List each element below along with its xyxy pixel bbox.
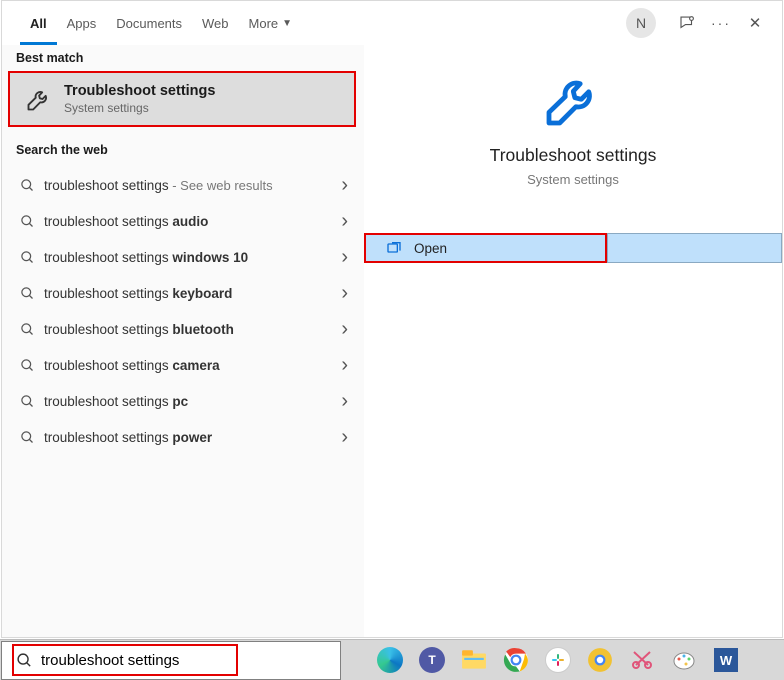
chevron-right-icon: ›	[341, 282, 348, 305]
tab-more[interactable]: More ▼	[239, 1, 303, 45]
chevron-right-icon: ›	[341, 318, 348, 341]
search-web-label: Search the web	[2, 137, 364, 163]
detail-header: Troubleshoot settings System settings	[364, 45, 782, 187]
chevron-right-icon: ›	[341, 210, 348, 233]
close-button[interactable]: ✕	[738, 6, 772, 40]
search-highlight-box	[12, 644, 238, 676]
best-match-title: Troubleshoot settings	[64, 83, 215, 99]
search-icon	[16, 430, 38, 445]
detail-subtitle: System settings	[364, 172, 782, 187]
taskbar: T W	[0, 639, 784, 680]
search-suggestion-text: troubleshoot settings pc	[44, 394, 341, 409]
search-suggestion-item[interactable]: troubleshoot settings power›	[2, 419, 364, 455]
edge-icon[interactable]	[369, 640, 411, 680]
open-label: Open	[414, 241, 447, 256]
chevron-right-icon: ›	[341, 174, 348, 197]
open-row: Open	[364, 233, 782, 263]
search-suggestion-text: troubleshoot settings power	[44, 430, 341, 445]
wrench-icon-large	[541, 67, 605, 131]
slack-icon[interactable]	[537, 640, 579, 680]
best-match-item[interactable]: Troubleshoot settings System settings	[8, 71, 356, 127]
search-icon	[16, 358, 38, 373]
tab-more-label: More	[249, 16, 279, 31]
chevron-right-icon: ›	[341, 426, 348, 449]
chevron-down-icon: ▼	[282, 18, 292, 29]
search-suggestion-item[interactable]: troubleshoot settings windows 10›	[2, 239, 364, 275]
search-suggestion-item[interactable]: troubleshoot settings bluetooth›	[2, 311, 364, 347]
paint-icon[interactable]	[663, 640, 705, 680]
tab-web[interactable]: Web	[192, 1, 239, 45]
detail-title: Troubleshoot settings	[364, 145, 782, 166]
right-pane: Troubleshoot settings System settings Op…	[364, 45, 782, 637]
tab-apps[interactable]: Apps	[57, 1, 107, 45]
search-suggestion-item[interactable]: troubleshoot settings camera›	[2, 347, 364, 383]
word-icon[interactable]: W	[705, 640, 747, 680]
user-avatar[interactable]: N	[626, 8, 656, 38]
taskbar-icons: T W	[369, 640, 747, 680]
search-suggestion-text: troubleshoot settings camera	[44, 358, 341, 373]
search-suggestion-text: troubleshoot settings windows 10	[44, 250, 341, 265]
best-match-label: Best match	[2, 45, 364, 71]
search-suggestion-text: troubleshoot settings - See web results	[44, 178, 341, 193]
tabs-row: All Apps Documents Web More ▼ N ··· ✕	[2, 1, 782, 45]
chrome-icon[interactable]	[495, 640, 537, 680]
taskbar-search-box[interactable]	[1, 641, 341, 680]
search-input[interactable]	[41, 652, 221, 669]
search-icon	[16, 322, 38, 337]
chrome-canary-icon[interactable]	[579, 640, 621, 680]
search-window: All Apps Documents Web More ▼ N ··· ✕ Be…	[1, 0, 783, 638]
search-icon	[16, 394, 38, 409]
teams-icon[interactable]: T	[411, 640, 453, 680]
file-explorer-icon[interactable]	[453, 640, 495, 680]
tab-all[interactable]: All	[20, 1, 57, 45]
chevron-right-icon: ›	[341, 354, 348, 377]
content: Best match Troubleshoot settings System …	[2, 45, 782, 637]
more-options-icon[interactable]: ···	[704, 6, 738, 40]
search-suggestion-item[interactable]: troubleshoot settings keyboard›	[2, 275, 364, 311]
search-suggestion-item[interactable]: troubleshoot settings pc›	[2, 383, 364, 419]
search-suggestion-item[interactable]: troubleshoot settings audio›	[2, 203, 364, 239]
chevron-right-icon: ›	[341, 246, 348, 269]
tab-documents[interactable]: Documents	[106, 1, 192, 45]
best-match-text: Troubleshoot settings System settings	[64, 83, 215, 115]
best-match-subtitle: System settings	[64, 101, 215, 115]
search-suggestion-text: troubleshoot settings bluetooth	[44, 322, 341, 337]
search-suggestion-text: troubleshoot settings audio	[44, 214, 341, 229]
feedback-icon[interactable]	[670, 6, 704, 40]
open-button[interactable]: Open	[364, 233, 607, 263]
search-suggestion-item[interactable]: troubleshoot settings - See web results›	[2, 167, 364, 203]
open-icon	[386, 240, 402, 256]
search-suggestion-list: troubleshoot settings - See web results›…	[2, 163, 364, 455]
chevron-right-icon: ›	[341, 390, 348, 413]
snip-icon[interactable]	[621, 640, 663, 680]
left-pane: Best match Troubleshoot settings System …	[2, 45, 364, 637]
open-row-extension[interactable]	[607, 233, 782, 263]
search-icon	[16, 178, 38, 193]
search-suggestion-text: troubleshoot settings keyboard	[44, 286, 341, 301]
search-icon	[16, 250, 38, 265]
search-icon	[16, 214, 38, 229]
search-icon	[16, 286, 38, 301]
search-icon	[16, 652, 33, 669]
wrench-icon	[24, 84, 54, 114]
